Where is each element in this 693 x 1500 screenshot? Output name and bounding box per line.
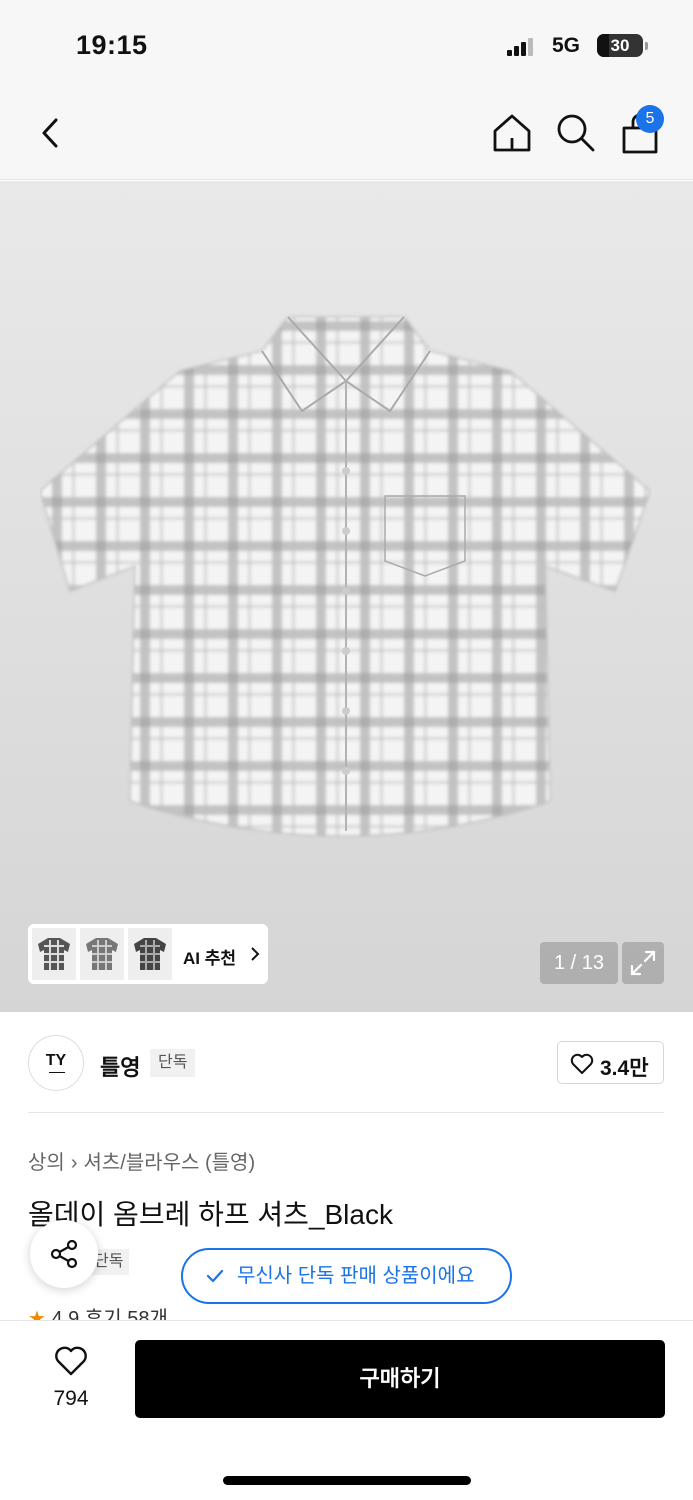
product-image-gallery[interactable]: AI 추천 1 / 13 bbox=[0, 181, 693, 1012]
chevron-right-icon bbox=[251, 947, 260, 961]
exclusive-sale-notice: 무신사 단독 판매 상품이에요 bbox=[181, 1248, 512, 1304]
top-nav-bar bbox=[0, 90, 693, 180]
home-icon bbox=[493, 114, 531, 152]
product-like-button[interactable]: 794 bbox=[40, 1345, 102, 1415]
status-bar: 19:15 5G 30 bbox=[0, 0, 693, 90]
brand-like-button[interactable]: 3.4만 bbox=[557, 1041, 664, 1084]
exclusive-sale-text: 무신사 단독 판매 상품이에요 bbox=[237, 1265, 475, 1287]
expand-icon bbox=[630, 950, 656, 976]
cart-count-badge: 5 bbox=[636, 105, 664, 133]
brand-name[interactable]: 틀영 bbox=[100, 1050, 140, 1082]
share-button[interactable] bbox=[30, 1220, 98, 1288]
divider bbox=[28, 1112, 664, 1113]
search-icon bbox=[557, 114, 595, 152]
recommend-thumbnail[interactable] bbox=[32, 928, 76, 980]
home-indicator[interactable] bbox=[223, 1476, 471, 1485]
ai-recommend-label: AI 추천 bbox=[183, 949, 237, 968]
ai-recommend-button[interactable]: AI 추천 bbox=[28, 924, 268, 984]
rating-text: 4.9 후기 58개 bbox=[51, 1308, 168, 1320]
brand-exclusive-badge: 단독 bbox=[150, 1049, 196, 1077]
recommend-thumbnail[interactable] bbox=[128, 928, 172, 980]
back-button[interactable] bbox=[28, 108, 78, 158]
battery-tip bbox=[645, 42, 648, 50]
search-button[interactable] bbox=[551, 108, 601, 158]
breadcrumb-subcategory[interactable]: 셔츠/블라우스 (틀영) bbox=[83, 1152, 255, 1174]
home-button[interactable] bbox=[487, 108, 537, 158]
check-icon bbox=[206, 1269, 224, 1283]
share-icon bbox=[50, 1239, 78, 1269]
recommend-thumbnail[interactable] bbox=[80, 928, 124, 980]
signal-icon bbox=[507, 38, 537, 56]
breadcrumb-separator-icon: › bbox=[70, 1152, 78, 1174]
battery-icon: 30 bbox=[597, 34, 643, 57]
breadcrumb-category[interactable]: 상의 bbox=[28, 1152, 65, 1174]
buy-button[interactable]: 구매하기 bbox=[135, 1340, 665, 1418]
brand-logo[interactable]: TY bbox=[28, 1035, 84, 1091]
network-label: 5G bbox=[552, 34, 581, 57]
breadcrumb: 상의 › 셔츠/블라우스 (틀영) bbox=[28, 1146, 255, 1175]
expand-image-button[interactable] bbox=[622, 942, 664, 984]
star-icon: ★ bbox=[28, 1308, 46, 1320]
status-time: 19:15 bbox=[76, 30, 148, 60]
chevron-left-icon bbox=[42, 118, 58, 148]
product-photo-shirt bbox=[40, 316, 651, 837]
image-page-counter: 1 / 13 bbox=[540, 942, 618, 984]
heart-outline-icon bbox=[55, 1346, 87, 1376]
battery-level: 30 bbox=[610, 36, 630, 55]
heart-outline-icon bbox=[570, 1053, 594, 1074]
brand-like-count: 3.4만 bbox=[600, 1057, 649, 1080]
rating-row[interactable]: ★ 4.9 후기 58개 bbox=[28, 1302, 328, 1320]
product-like-count: 794 bbox=[53, 1387, 89, 1410]
